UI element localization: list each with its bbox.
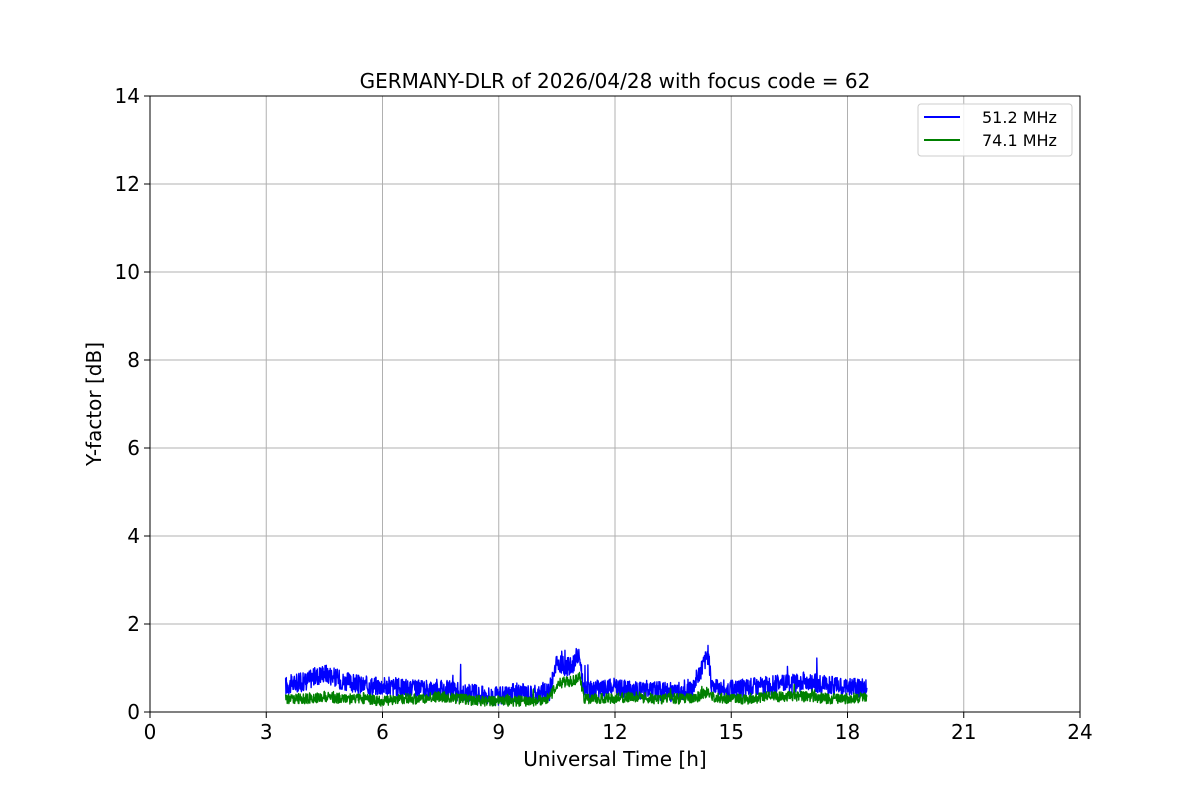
- x-tick-label: 9: [492, 720, 505, 744]
- x-tick-label: 12: [602, 720, 627, 744]
- chart-root: 0 3 6 9 12 15 18 21 24 0 2 4 6 8 10 12 14 GERMANY-DLR of…: [0, 0, 1200, 800]
- y-tick-label: 6: [127, 436, 140, 460]
- y-tick-label: 12: [115, 172, 140, 196]
- grid-lines: [150, 96, 1080, 712]
- line-chart: 0 3 6 9 12 15 18 21 2402468101214 GERMANY-DLR of…: [82, 69, 1093, 771]
- axes: 0 3 6 9 12 15 18 21 2402468101214: [115, 84, 1093, 744]
- x-tick-label: 15: [719, 720, 744, 744]
- x-tick-label: 21: [951, 720, 976, 744]
- y-tick-label: 0: [127, 700, 140, 724]
- y-tick-label: 8: [127, 348, 140, 372]
- series-layer: [284, 644, 868, 707]
- x-tick-label: 3: [260, 720, 273, 744]
- x-tick-label: 18: [835, 720, 860, 744]
- x-tick-label: 24: [1067, 720, 1092, 744]
- y-tick-label: 14: [115, 84, 140, 108]
- x-axis-label: Universal Time [h]: [523, 747, 706, 771]
- y-tick-label: 4: [127, 524, 140, 548]
- y-axis-label: Y-factor [dB]: [82, 342, 106, 467]
- x-tick-label: 0: [144, 720, 157, 744]
- x-tick-label: 6: [376, 720, 389, 744]
- chart-title: GERMANY-DLR of 2026/04/28 with focus cod…: [360, 69, 871, 93]
- legend-label: 51.2 MHz: [982, 108, 1057, 127]
- y-tick-label: 10: [115, 260, 140, 284]
- legend: 51.2 MHz 74.1 MHz: [917, 103, 1073, 157]
- legend-label: 74.1 MHz: [982, 131, 1057, 150]
- y-tick-label: 2: [127, 612, 140, 636]
